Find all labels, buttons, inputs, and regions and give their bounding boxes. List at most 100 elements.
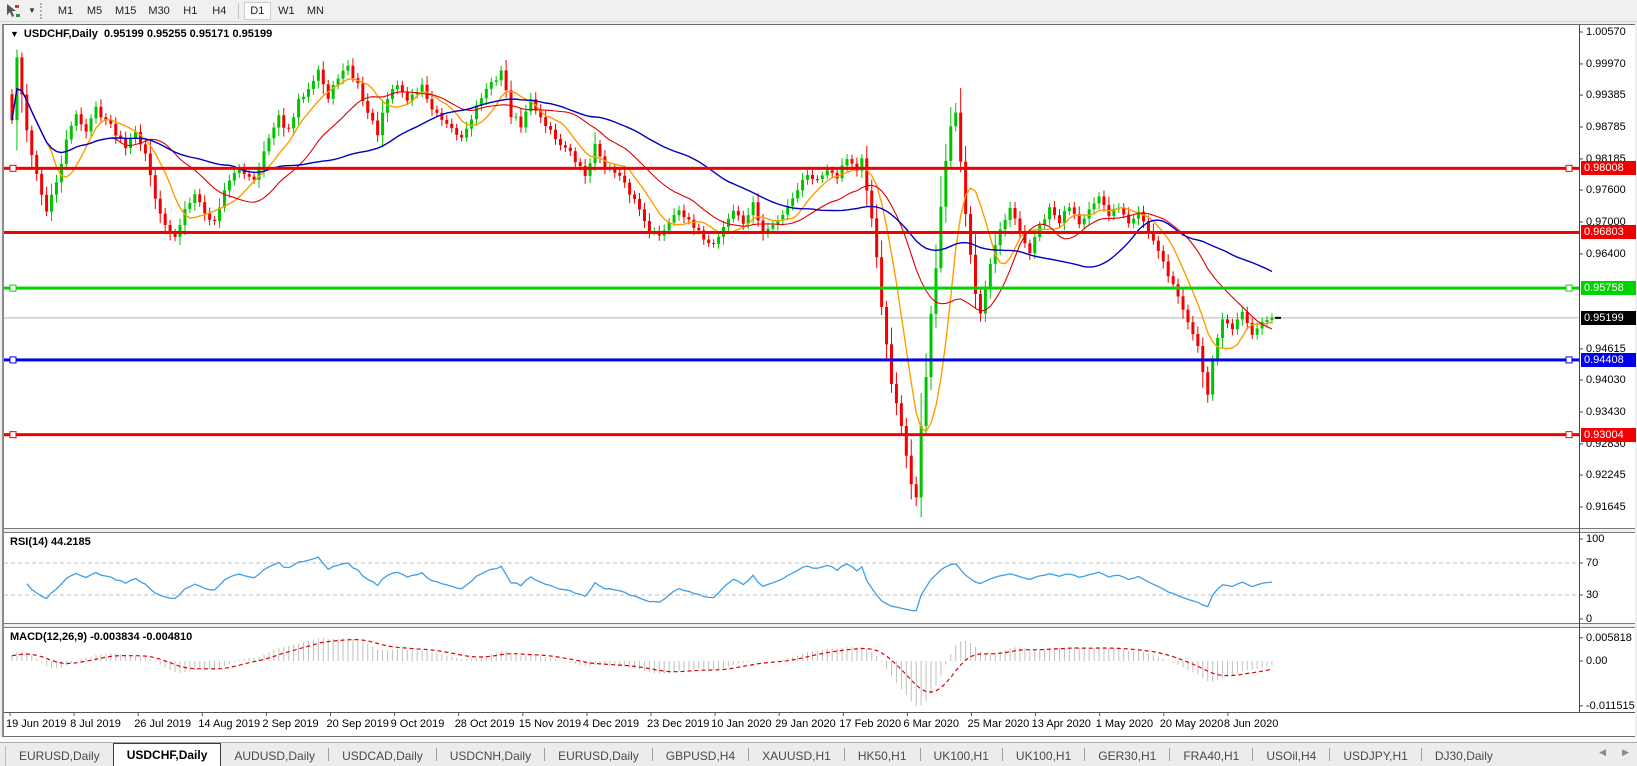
chart-tab-eurusd-5[interactable]: EURUSD,Daily <box>545 745 652 766</box>
candle-body <box>317 70 320 81</box>
hline-0.96803[interactable] <box>4 231 1579 234</box>
toolbar-grip-handle[interactable] <box>40 3 45 19</box>
hline-handle[interactable] <box>10 165 16 171</box>
chart-cursor-icon[interactable] <box>0 1 26 21</box>
chart-tab-usoil-13[interactable]: USOil,H4 <box>1253 745 1329 766</box>
hline-handle[interactable] <box>1566 165 1572 171</box>
candle-body <box>406 92 409 101</box>
candle-body <box>915 484 918 497</box>
timeframe-button-m5[interactable]: M5 <box>81 2 108 20</box>
tab-scroll-left-icon[interactable]: ◀ <box>1599 747 1606 758</box>
candle-body <box>692 220 695 228</box>
candle-body <box>233 173 236 181</box>
candle-body <box>45 195 48 212</box>
candle-body <box>643 209 646 221</box>
candle-body <box>519 117 522 128</box>
hline-handle[interactable] <box>10 285 16 291</box>
candle-body <box>322 70 325 85</box>
timeframe-button-h4[interactable]: H4 <box>206 2 233 20</box>
timeframe-button-m15[interactable]: M15 <box>110 2 141 20</box>
candle-body <box>1004 220 1007 229</box>
candle-body <box>816 179 819 180</box>
hline-0.94408[interactable] <box>4 358 1579 361</box>
chart-tab-dj30-15[interactable]: DJ30,Daily <box>1422 745 1506 766</box>
chart-tab-ger30-11[interactable]: GER30,H1 <box>1085 745 1169 766</box>
timeframe-button-mn[interactable]: MN <box>302 2 329 20</box>
chevron-down-icon[interactable]: ▼ <box>26 6 38 15</box>
candle-body <box>574 151 577 162</box>
candle-body <box>248 174 251 177</box>
candle-body <box>272 128 275 139</box>
candle-body <box>554 130 557 139</box>
timeframe-button-h1[interactable]: H1 <box>177 2 204 20</box>
chart-tab-uk100-10[interactable]: UK100,H1 <box>1003 745 1084 766</box>
chart-window[interactable]: ▼USDCHF,Daily 0.95199 0.95255 0.95171 0.… <box>2 24 1635 737</box>
candle-body <box>949 126 952 161</box>
candle-body <box>371 113 374 121</box>
candle-body <box>307 89 310 97</box>
date-axis-label: 20 Sep 2019 <box>327 718 389 730</box>
candle-body <box>875 218 878 257</box>
chart-tab-usdchf-1[interactable]: USDCHF,Daily <box>113 743 222 766</box>
candle-body <box>638 199 641 209</box>
chart-tab-usdcad-3[interactable]: USDCAD,Daily <box>329 745 436 766</box>
candle-body <box>925 377 928 426</box>
chart-canvas[interactable] <box>4 25 1635 736</box>
candle-body <box>514 117 517 118</box>
candle-body <box>90 118 93 131</box>
chart-ohlc-values: 0.95199 0.95255 0.95171 0.95199 <box>104 28 272 40</box>
candle-body <box>1033 237 1036 253</box>
price-level-badge: 0.96803 <box>1581 225 1636 239</box>
top-toolbar: ▼ M1M5M15M30H1H4 D1W1MN <box>0 0 1637 22</box>
price-axis-label: 0.99385 <box>1586 89 1636 101</box>
candle-body <box>959 113 962 162</box>
candle-body <box>287 128 290 129</box>
candle-body <box>1186 310 1189 323</box>
price-axis-label: 1.00570 <box>1586 26 1636 38</box>
timeframe-button-m1[interactable]: M1 <box>52 2 79 20</box>
chart-tab-uk100-9[interactable]: UK100,H1 <box>921 745 1002 766</box>
candle-body <box>1231 323 1234 329</box>
hline-handle[interactable] <box>1566 285 1572 291</box>
candle-body <box>445 120 448 124</box>
price-level-badge: 0.95758 <box>1581 281 1636 295</box>
candle-body <box>1009 208 1012 220</box>
candle-body <box>791 198 794 206</box>
candle-body <box>342 71 345 79</box>
timeframe-button-m30[interactable]: M30 <box>143 2 174 20</box>
candle-body <box>228 181 231 191</box>
hline-handle[interactable] <box>1566 432 1572 438</box>
candle-body <box>1053 207 1056 215</box>
chart-menu-chevron-icon[interactable]: ▼ <box>10 29 19 39</box>
chart-tab-xauusd-7[interactable]: XAUUSD,H1 <box>749 745 844 766</box>
hline-handle[interactable] <box>10 357 16 363</box>
current-price-badge: 0.95199 <box>1581 311 1636 325</box>
candle-body <box>1048 207 1051 219</box>
chart-tab-eurusd-0[interactable]: EURUSD,Daily <box>6 745 113 766</box>
chart-tab-usdjpy-14[interactable]: USDJPY,H1 <box>1330 745 1420 766</box>
chart-tab-usdcnh-4[interactable]: USDCNH,Daily <box>437 745 544 766</box>
chart-tab-audusd-2[interactable]: AUDUSD,Daily <box>221 745 328 766</box>
candle-body <box>969 214 972 255</box>
candle-body <box>114 124 117 136</box>
candle-body <box>435 110 438 113</box>
hline-handle[interactable] <box>10 432 16 438</box>
hline-0.93004[interactable] <box>4 433 1579 436</box>
chart-tab-gbpusd-6[interactable]: GBPUSD,H4 <box>653 745 748 766</box>
chart-tab-fra40-12[interactable]: FRA40,H1 <box>1170 745 1252 766</box>
hline-handle[interactable] <box>1566 357 1572 363</box>
timeframe-button-w1[interactable]: W1 <box>273 2 300 20</box>
timeframe-button-d1[interactable]: D1 <box>244 2 271 20</box>
candle-body <box>144 144 147 153</box>
candle-body <box>188 203 191 209</box>
candle-body <box>159 199 162 214</box>
hline-0.98008[interactable] <box>4 167 1579 170</box>
macd-axis-label: 0.005818 <box>1586 632 1636 644</box>
chart-tab-hk50-8[interactable]: HK50,H1 <box>845 745 920 766</box>
hline-0.95758[interactable] <box>4 287 1579 290</box>
tab-scroll-right-icon[interactable]: ▶ <box>1622 747 1629 758</box>
candle-body <box>94 107 97 118</box>
candle-body <box>35 155 38 174</box>
candle-body <box>1014 208 1017 219</box>
candle-body <box>1102 196 1105 205</box>
